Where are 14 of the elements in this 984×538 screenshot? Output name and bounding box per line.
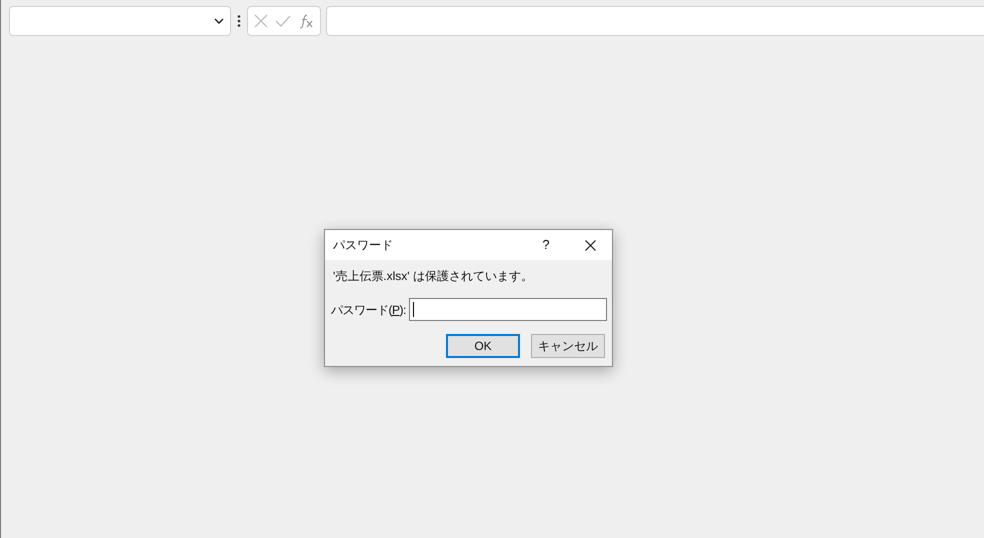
help-button[interactable]: ? [524,230,568,260]
cancel-button[interactable]: キャンセル [531,334,605,358]
chevron-down-icon [214,18,224,24]
ok-button[interactable]: OK [446,334,520,358]
password-field[interactable] [409,298,607,321]
more-options-icon[interactable] [236,14,242,28]
close-icon[interactable] [254,14,268,28]
close-icon [584,240,596,250]
dialog-title: パスワード [333,237,394,254]
formula-field[interactable] [326,6,984,36]
password-label: パスワード(P): [331,302,407,318]
checkmark-icon[interactable] [274,15,291,27]
function-icon[interactable] [298,13,314,29]
dialog-message: '売上伝票.xlsx' は保護されています。 [333,268,533,285]
